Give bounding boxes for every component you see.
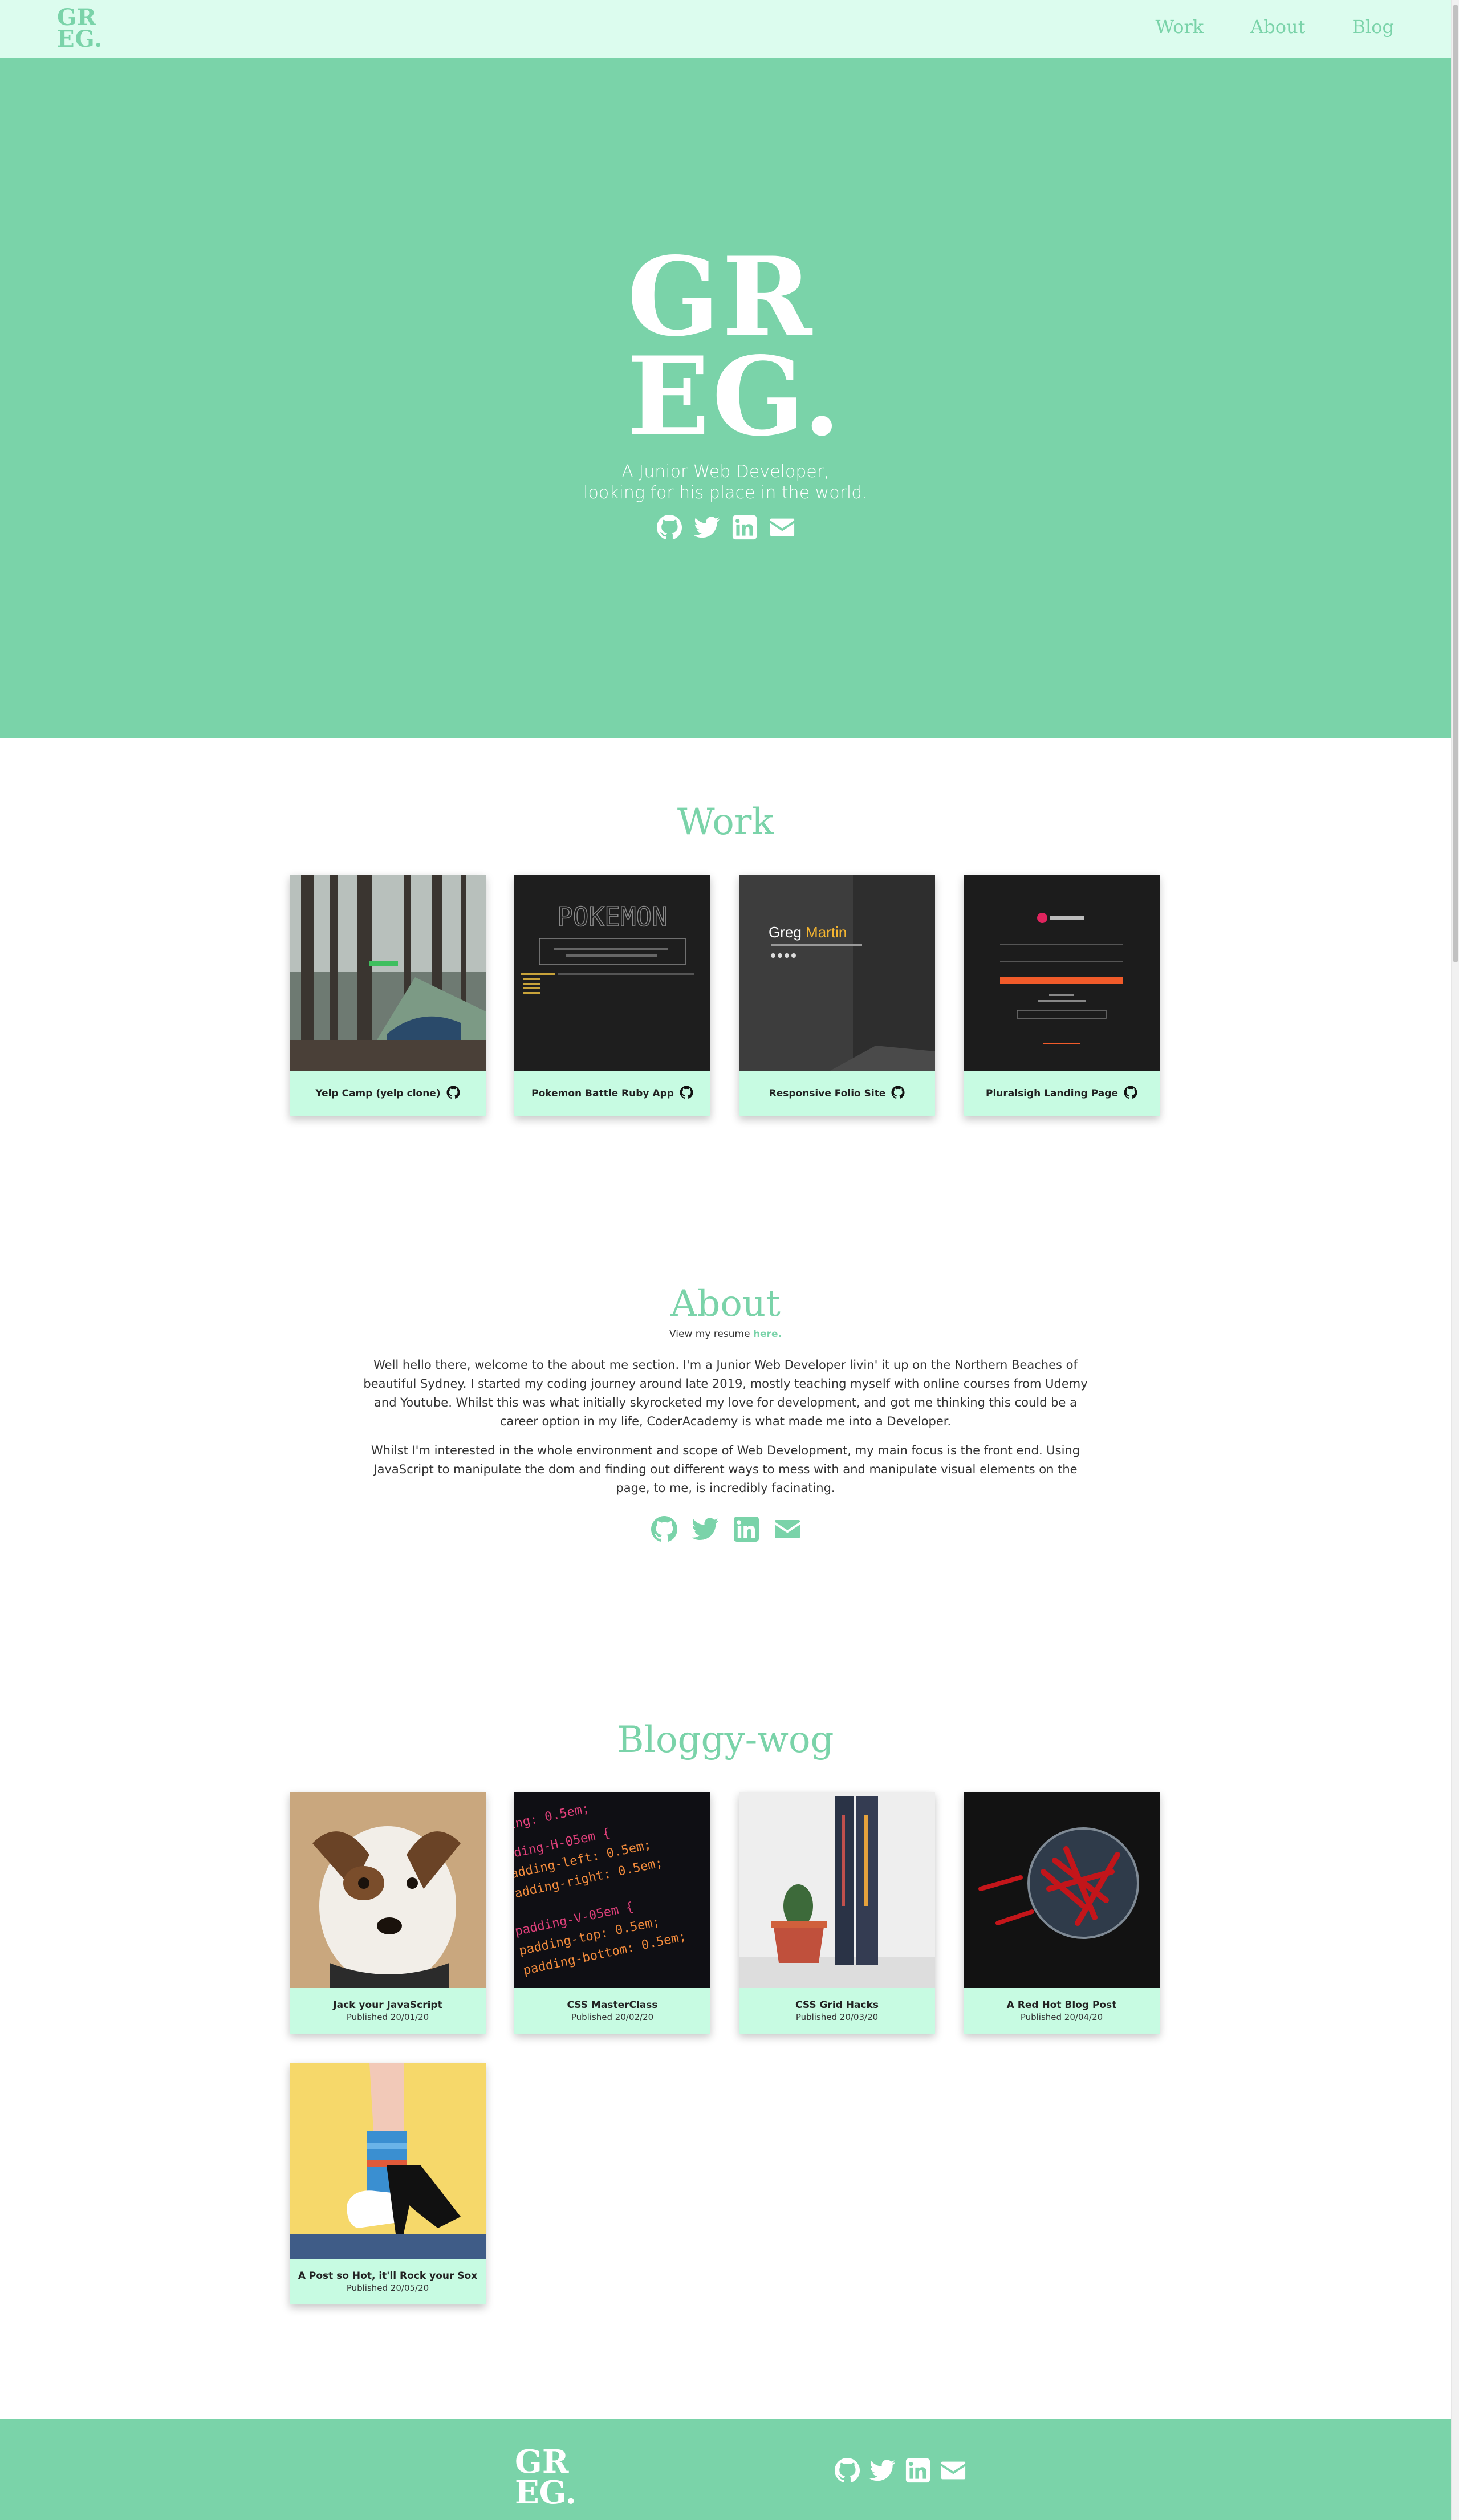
resume-line: View my resume here. xyxy=(0,1328,1451,1340)
top-navbar: GR EG. Work About Blog xyxy=(0,0,1451,58)
blog-card-css-masterclass[interactable]: dding: 0.5em; adding-H-05em { padding-le… xyxy=(514,1792,710,2034)
blog-card-caption: A Post so Hot, it'll Rock your Sox Publi… xyxy=(290,2259,486,2304)
blog-card-jack-your-javascript[interactable]: Jack your JavaScript Published 20/01/20 xyxy=(290,1792,486,2034)
hero-social-icons xyxy=(0,514,1451,541)
pokemon-title-text: POKEMON xyxy=(557,901,668,932)
pokemon-thumbnail: POKEMON xyxy=(514,875,710,1071)
work-card-label: Pokemon Battle Ruby App xyxy=(531,1088,674,1099)
footer-social-icons xyxy=(834,2457,967,2484)
hero-tagline-line1: A Junior Web Developer, xyxy=(621,462,830,482)
blog-card-date: Published 20/02/20 xyxy=(571,2012,654,2022)
chili-thumbnail xyxy=(964,1792,1160,1988)
github-icon[interactable] xyxy=(446,1086,460,1102)
github-icon[interactable] xyxy=(891,1086,905,1102)
blog-card-date: Published 20/01/20 xyxy=(346,2012,429,2022)
nav-logo-line2: EG. xyxy=(57,26,103,52)
books-cactus-thumbnail xyxy=(739,1792,935,1988)
nav-link-about[interactable]: About xyxy=(1250,16,1305,38)
blog-card-date: Published 20/05/20 xyxy=(346,2283,429,2293)
blog-title: Bloggy-wog xyxy=(617,1719,834,1761)
linkedin-icon[interactable] xyxy=(733,1515,760,1543)
nav-logo[interactable]: GR EG. xyxy=(57,6,103,52)
page-scrollbar[interactable] xyxy=(1451,0,1459,2520)
work-card-label: Yelp Camp (yelp clone) xyxy=(315,1088,441,1099)
footer: GR EG. xyxy=(0,2419,1451,2520)
blog-card-caption: Jack your JavaScript Published 20/01/20 xyxy=(290,1988,486,2034)
blog-card-red-hot[interactable]: A Red Hot Blog Post Published 20/04/20 xyxy=(964,1792,1160,2034)
github-icon[interactable] xyxy=(680,1086,693,1102)
nav-link-work[interactable]: Work xyxy=(1156,16,1204,38)
linkedin-icon[interactable] xyxy=(731,514,758,541)
twitter-icon[interactable] xyxy=(869,2457,896,2484)
github-icon[interactable] xyxy=(656,514,683,541)
hero-logo-line2: EG. xyxy=(627,343,843,451)
hero-logo-dot: . xyxy=(803,333,843,460)
blog-card-title: A Red Hot Blog Post xyxy=(1006,1999,1117,2011)
envelope-icon[interactable] xyxy=(769,514,796,541)
hero-section: GR EG. A Junior Web Developer, looking f… xyxy=(0,58,1451,738)
work-card-caption: Responsive Folio Site xyxy=(739,1071,935,1116)
work-card-pokemon[interactable]: POKEMON Pokemon Battle Ruby App xyxy=(514,875,710,1116)
folio-name-last: Martin xyxy=(806,924,847,941)
work-card-label: Responsive Folio Site xyxy=(769,1088,886,1099)
envelope-icon[interactable] xyxy=(774,1515,801,1543)
work-card-pluralsight[interactable]: Pluralsigh Landing Page xyxy=(964,875,1160,1116)
about-title: About xyxy=(670,1283,781,1325)
twitter-icon[interactable] xyxy=(692,1515,719,1543)
resume-link[interactable]: here. xyxy=(753,1328,782,1340)
blog-card-caption: CSS MasterClass Published 20/02/20 xyxy=(514,1988,710,2034)
yelp-camp-thumbnail xyxy=(290,875,486,1071)
github-icon[interactable] xyxy=(834,2457,861,2484)
hero-tagline-line2: looking for his place in the world. xyxy=(583,483,868,503)
blog-card-title: CSS MasterClass xyxy=(567,1999,658,2011)
blog-card-css-grid-hacks[interactable]: CSS Grid Hacks Published 20/03/20 xyxy=(739,1792,935,2034)
nav-links: Work About Blog xyxy=(1156,16,1395,38)
blog-card-title: A Post so Hot, it'll Rock your Sox xyxy=(298,2270,478,2282)
blog-card-title: CSS Grid Hacks xyxy=(795,1999,879,2011)
github-icon[interactable] xyxy=(1124,1086,1137,1102)
footer-logo-line2: EG. xyxy=(515,2474,577,2511)
nav-link-blog[interactable]: Blog xyxy=(1352,16,1395,38)
blog-card-date: Published 20/04/20 xyxy=(1020,2012,1103,2022)
hero-logo-line2-text: EG xyxy=(627,333,803,460)
folio-thumbnail: Greg Martin xyxy=(739,875,935,1071)
dog-thumbnail xyxy=(290,1792,486,1988)
linkedin-icon[interactable] xyxy=(904,2457,932,2484)
resume-prefix: View my resume xyxy=(669,1328,750,1340)
about-social-icons xyxy=(0,1515,1451,1543)
footer-logo[interactable]: GR EG. xyxy=(515,2443,577,2511)
work-card-caption: Yelp Camp (yelp clone) xyxy=(290,1071,486,1116)
hero-logo: GR EG. xyxy=(627,233,843,451)
hero-logo-line1: GR xyxy=(627,233,815,360)
work-card-label: Pluralsigh Landing Page xyxy=(986,1088,1118,1099)
work-card-folio[interactable]: Greg Martin Responsive Folio Site xyxy=(739,875,935,1116)
hero-tagline: A Junior Web Developer, looking for his … xyxy=(0,461,1451,503)
blog-card-rock-your-sox[interactable]: A Post so Hot, it'll Rock your Sox Publi… xyxy=(290,2063,486,2304)
folio-name-first: Greg xyxy=(769,924,802,941)
socks-thumbnail xyxy=(290,2063,486,2259)
scrollbar-thumb[interactable] xyxy=(1453,5,1458,962)
blog-card-caption: A Red Hot Blog Post Published 20/04/20 xyxy=(964,1988,1160,2034)
pluralsight-thumbnail xyxy=(964,875,1160,1071)
work-title: Work xyxy=(677,801,774,843)
code-thumbnail: dding: 0.5em; adding-H-05em { padding-le… xyxy=(514,1792,710,1988)
twitter-icon[interactable] xyxy=(693,514,721,541)
about-paragraph-2: Whilst I'm interested in the whole envir… xyxy=(371,1444,1080,1495)
work-card-yelp-camp[interactable]: Yelp Camp (yelp clone) xyxy=(290,875,486,1116)
about-paragraph-1: Well hello there, welcome to the about m… xyxy=(363,1358,1088,1428)
work-card-caption: Pluralsigh Landing Page xyxy=(964,1071,1160,1116)
blog-card-date: Published 20/03/20 xyxy=(795,2012,879,2022)
blog-card-title: Jack your JavaScript xyxy=(333,1999,442,2011)
work-card-caption: Pokemon Battle Ruby App xyxy=(514,1071,710,1116)
envelope-icon[interactable] xyxy=(940,2457,967,2484)
footer-logo-line1: GR xyxy=(515,2443,569,2481)
blog-card-caption: CSS Grid Hacks Published 20/03/20 xyxy=(739,1988,935,2034)
svg-text:Greg Martin: Greg Martin xyxy=(769,924,847,941)
github-icon[interactable] xyxy=(651,1515,678,1543)
